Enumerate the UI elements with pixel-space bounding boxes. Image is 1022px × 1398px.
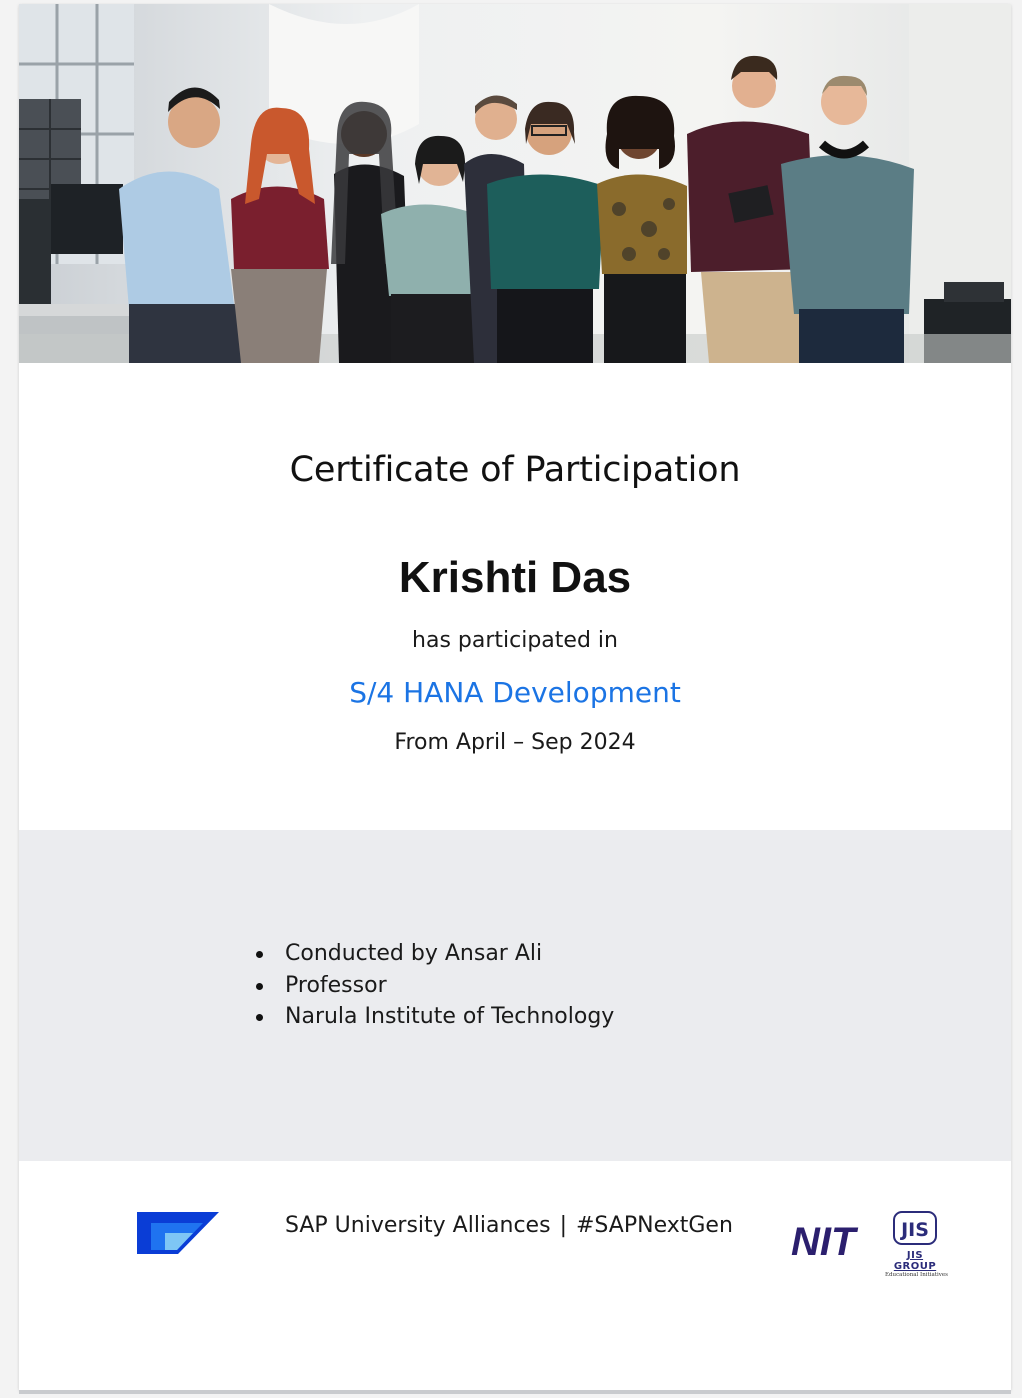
detail-conductor: Conducted by Ansar Ali	[255, 938, 614, 970]
details-band: Conducted by Ansar Ali Professor Narula …	[19, 830, 1011, 1161]
alliances-text: SAP University Alliances | #SAPNextGen	[285, 1213, 733, 1238]
team-photo	[19, 4, 1011, 363]
detail-institution: Narula Institute of Technology	[255, 1001, 614, 1033]
course-period: From April – Sep 2024	[394, 730, 636, 755]
detail-role: Professor	[255, 970, 614, 1002]
hashtag: #SAPNextGen	[575, 1213, 733, 1238]
page-bottom-edge	[19, 1390, 1011, 1394]
certificate-title: Certificate of Participation	[289, 450, 741, 490]
certificate-footer: SAP University Alliances | #SAPNextGen NIT…	[19, 1161, 1011, 1390]
team-photo-illustration	[19, 4, 1011, 363]
sap-stripes-icon	[137, 1212, 219, 1254]
footer-separator: |	[559, 1213, 567, 1238]
participation-text: has participated in	[412, 628, 618, 653]
certificate-page: Certificate of Participation Krishti Das…	[19, 4, 1011, 1390]
nit-logo-icon: NIT	[791, 1220, 859, 1264]
jis-logo: JIS JIS GROUP Educational Initiatives	[885, 1211, 948, 1279]
jis-group-label: JIS GROUP	[893, 1250, 937, 1272]
program-name: SAP University Alliances	[285, 1213, 551, 1238]
certificate-body: Certificate of Participation Krishti Das…	[19, 363, 1011, 830]
nit-logo: NIT	[789, 1219, 865, 1266]
jis-emblem-icon: JIS	[893, 1211, 937, 1245]
recipient-name: Krishti Das	[398, 553, 632, 602]
details-list: Conducted by Ansar Ali Professor Narula …	[255, 938, 614, 1033]
course-name: S/4 HANA Development	[349, 676, 681, 709]
jis-subtitle: Educational Initiatives	[885, 1272, 948, 1278]
jis-emblem-text: JIS	[899, 1219, 929, 1241]
sap-logo	[137, 1212, 219, 1259]
nit-logo-text: NIT	[791, 1220, 859, 1261]
